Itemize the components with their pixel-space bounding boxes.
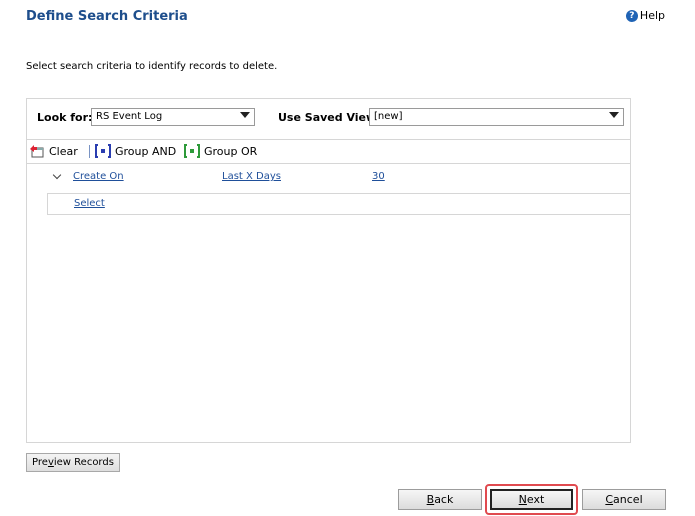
back-label-rest: ack	[434, 493, 454, 506]
saved-view-value: [new]	[374, 111, 403, 122]
group-and-icon	[95, 144, 111, 158]
group-or-label: Group OR	[204, 144, 258, 158]
select-row: Select	[47, 193, 630, 215]
cancel-button[interactable]: Cancel	[582, 489, 666, 510]
condition-value-link[interactable]: 30	[372, 171, 385, 182]
look-for-label: Look for:	[37, 111, 93, 124]
next-button[interactable]: Next	[490, 489, 573, 510]
preview-records-button[interactable]: Preview Records	[26, 453, 120, 472]
select-field-link[interactable]: Select	[74, 198, 105, 209]
back-button[interactable]: Back	[398, 489, 482, 510]
condition-field-link[interactable]: Create On	[73, 171, 124, 182]
help-icon: ?	[625, 9, 638, 22]
saved-view-label: Use Saved View:	[278, 111, 381, 124]
group-or-icon	[184, 144, 200, 158]
toolbar-separator	[89, 145, 90, 158]
look-for-value: RS Event Log	[96, 111, 163, 122]
clear-label: Clear	[49, 144, 78, 158]
clear-button[interactable]: Clear	[29, 144, 78, 158]
help-link[interactable]: ? Help	[625, 9, 665, 22]
group-and-label: Group AND	[115, 144, 177, 158]
help-label: Help	[639, 9, 665, 22]
cancel-label-key: C	[605, 493, 614, 506]
instruction-text: Select search criteria to identify recor…	[26, 61, 278, 72]
chevron-down-icon[interactable]	[52, 170, 62, 180]
condition-operator-link[interactable]: Last X Days	[222, 171, 281, 182]
clear-icon	[30, 145, 44, 158]
next-label-key: N	[518, 493, 527, 506]
divider	[27, 163, 630, 164]
criteria-toolbar: Clear Group AND Group OR	[27, 139, 630, 163]
saved-view-select[interactable]: [new]	[369, 108, 624, 126]
chevron-down-icon	[609, 112, 619, 118]
criteria-panel: Look for: RS Event Log Use Saved View: […	[26, 98, 631, 443]
group-or-button[interactable]: Group OR	[184, 144, 257, 158]
cancel-label-rest: ancel	[613, 493, 643, 506]
next-label-rest: ext	[526, 493, 545, 506]
group-and-button[interactable]: Group AND	[95, 144, 176, 158]
page-title: Define Search Criteria	[26, 9, 188, 24]
preview-label-pre: Pre	[32, 457, 48, 468]
look-for-select[interactable]: RS Event Log	[91, 108, 255, 126]
preview-label-post: iew Records	[53, 457, 114, 468]
chevron-down-icon	[240, 112, 250, 118]
